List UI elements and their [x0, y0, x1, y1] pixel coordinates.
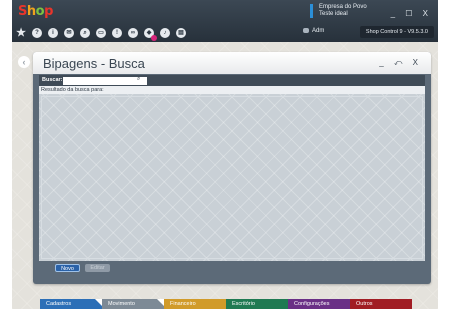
alert-icon[interactable]: ! — [112, 28, 122, 38]
print-icon[interactable]: ▭ — [96, 28, 106, 38]
company-info: Empresa do Povo Teste ideal — [310, 4, 367, 18]
back-button[interactable]: ‹ — [18, 56, 30, 68]
nav-escritorio[interactable]: Escritório — [226, 299, 288, 309]
nav-movimento-label: Movimento — [108, 301, 135, 307]
magnifier-icon[interactable]: ⌕ — [137, 76, 140, 83]
top-bar: Shop Empresa do Povo Teste ideal _ ☐ X ★… — [12, 0, 438, 42]
sound-icon[interactable]: ♪ — [160, 28, 170, 38]
user-icon — [303, 28, 309, 33]
company-name: Empresa do Povo — [319, 4, 367, 10]
link-icon[interactable]: ∞ — [128, 28, 138, 38]
version-badge: Shop Control 9 - V9.5.3.0 — [359, 26, 434, 38]
corner-icon — [157, 299, 164, 306]
window-title: Bipagens - Busca — [43, 56, 145, 71]
mail-icon[interactable]: ✉ — [64, 28, 74, 38]
search-bar: Buscar: ⌕ — [39, 75, 425, 86]
nav-cadastros[interactable]: Cadastros — [40, 299, 102, 309]
nav-outros-label: Outros — [356, 301, 373, 307]
new-button[interactable]: Novo — [55, 264, 80, 272]
corner-icon — [95, 299, 102, 306]
nav-cadastros-label: Cadastros — [46, 301, 72, 307]
search-icon[interactable]: ⌕ — [80, 28, 90, 38]
shop-logo: Shop — [18, 4, 53, 19]
calculator-icon[interactable]: ▤ — [176, 28, 186, 38]
nav-configuracoes-label: Configurações — [294, 301, 330, 307]
help-icon[interactable]: ? — [32, 28, 42, 38]
results-list — [41, 96, 423, 259]
user-info[interactable]: Adm — [303, 28, 324, 34]
search-label: Buscar: — [42, 77, 63, 83]
results-area[interactable] — [39, 94, 425, 261]
nav-escritorio-label: Escritório — [232, 301, 255, 307]
user-name: Adm — [312, 28, 325, 35]
badge-icon[interactable]: ◆ — [144, 28, 157, 41]
nav-movimento[interactable]: Movimento — [102, 299, 164, 309]
nav-outros[interactable]: Outros — [350, 299, 412, 309]
window-controls[interactable]: _ ⤺ X — [379, 58, 422, 68]
edit-button[interactable]: Editar — [85, 264, 110, 272]
nav-configuracoes[interactable]: Configurações — [288, 299, 350, 309]
bottom-nav: Cadastros Movimento Financeiro Escritóri… — [40, 299, 412, 309]
info-icon[interactable]: i — [48, 28, 58, 38]
search-window: Bipagens - Busca _ ⤺ X Buscar: ⌕ Resulta… — [33, 52, 431, 284]
company-sub: Teste ideal — [319, 11, 348, 17]
app-window-controls[interactable]: _ ☐ X — [391, 9, 432, 18]
nav-financeiro-label: Financeiro — [170, 301, 196, 307]
nav-financeiro[interactable]: Financeiro — [164, 299, 226, 309]
search-input[interactable] — [63, 77, 147, 85]
results-label: Resultado da busca para: — [39, 86, 425, 94]
star-icon[interactable]: ★ — [16, 28, 26, 39]
window-title-bar: Bipagens - Busca _ ⤺ X — [33, 52, 431, 74]
app-window: Shop Empresa do Povo Teste ideal _ ☐ X ★… — [12, 0, 438, 309]
